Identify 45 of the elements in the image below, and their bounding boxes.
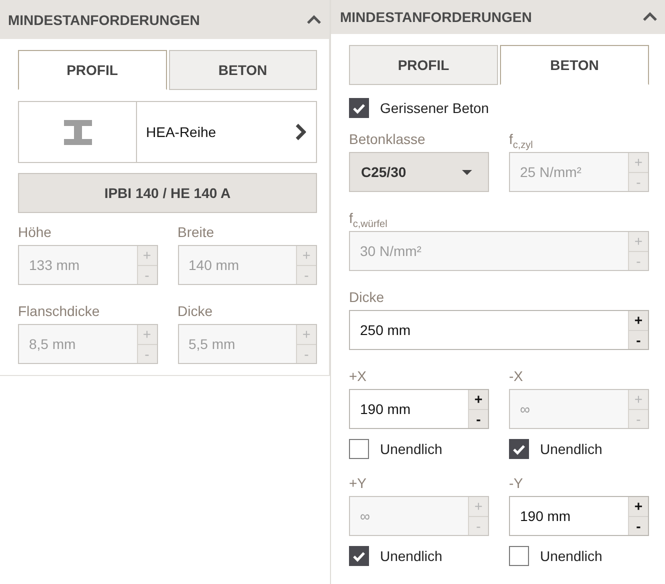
checkbox[interactable]: [349, 546, 369, 566]
collapse-icon[interactable]: [307, 14, 321, 24]
field-label: -Y: [509, 475, 523, 493]
field-label: +Y: [349, 475, 367, 493]
tab[interactable]: PROFIL: [18, 50, 166, 90]
checkbox-label: Unendlich: [540, 548, 602, 564]
input-field[interactable]: 190 mm + -: [509, 496, 649, 536]
decrement-button[interactable]: -: [629, 330, 648, 349]
decrement-button[interactable]: -: [469, 408, 488, 428]
field-label: -X: [509, 368, 523, 386]
field-label: Breite: [178, 224, 214, 242]
field-label: +X: [349, 368, 367, 386]
chevron-right-icon: [294, 123, 306, 141]
field-label: f$_{c,würfel}$: [349, 210, 388, 231]
input-field[interactable]: 190 mm + -: [349, 389, 489, 429]
checkbox[interactable]: [509, 546, 529, 566]
checkbox[interactable]: [349, 438, 369, 458]
field-label: Höhe: [18, 224, 52, 242]
panel-title: MINDESTANFORDERUNGEN: [340, 9, 532, 25]
field-label: f$_{c,zyl}$: [509, 131, 533, 152]
field-label: Dicke: [178, 303, 213, 321]
checkbox-label: Unendlich: [380, 440, 442, 456]
input-field[interactable]: 250 mm + -: [349, 310, 649, 350]
profile-selector[interactable]: HEA-Reihe: [18, 101, 317, 163]
checkbox[interactable]: [509, 438, 529, 458]
field-label: Flanschdicke: [18, 303, 100, 321]
checkbox-label: Unendlich: [380, 548, 442, 564]
checkbox-label: Gerissener Beton: [380, 100, 489, 116]
increment-button[interactable]: +: [629, 497, 648, 516]
profile-button[interactable]: IPBI 140 / HE 140 A: [18, 173, 317, 213]
decrement-button[interactable]: -: [629, 516, 648, 535]
checkbox-label: Unendlich: [540, 440, 602, 456]
collapse-icon[interactable]: [643, 12, 657, 22]
caret-icon: [462, 170, 472, 174]
increment-button[interactable]: +: [629, 311, 648, 330]
tab[interactable]: BETON: [168, 50, 317, 90]
tab[interactable]: PROFIL: [349, 45, 498, 85]
field-label: Dicke: [349, 289, 384, 307]
checkbox[interactable]: [349, 98, 369, 118]
tab[interactable]: BETON: [500, 45, 649, 85]
increment-button[interactable]: +: [469, 390, 488, 408]
field-label: Betonklasse: [349, 131, 426, 149]
dropdown[interactable]: C25/30: [349, 152, 489, 192]
i-beam-icon: [64, 120, 92, 144]
panel-title: MINDESTANFORDERUNGEN: [8, 12, 200, 28]
